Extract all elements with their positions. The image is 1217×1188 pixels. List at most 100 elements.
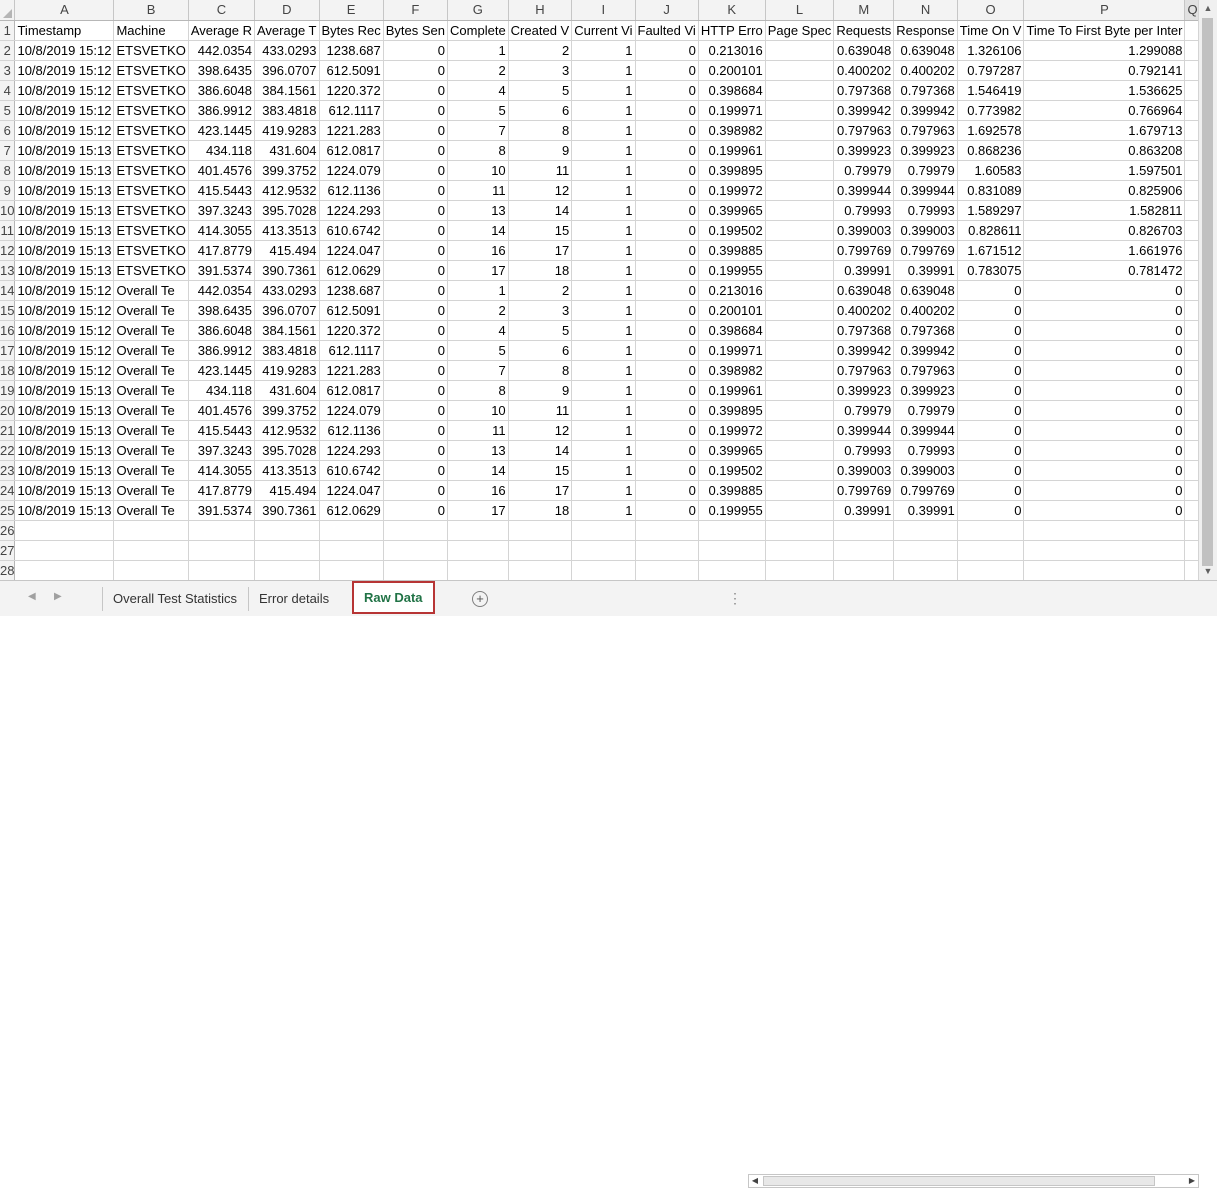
cell[interactable]: 0.797963 <box>893 120 958 141</box>
cell[interactable] <box>635 540 699 561</box>
column-header-q[interactable]: Q <box>1184 0 1198 21</box>
cell[interactable] <box>765 480 835 501</box>
cell[interactable]: 0.639048 <box>833 40 895 61</box>
cell[interactable] <box>765 80 835 101</box>
cell[interactable] <box>571 520 636 541</box>
cell[interactable] <box>698 560 766 580</box>
row-header[interactable]: 14 <box>0 280 16 301</box>
cell[interactable]: 386.9912 <box>188 100 256 121</box>
cell[interactable] <box>1184 380 1198 401</box>
cell[interactable] <box>765 260 835 281</box>
cell[interactable]: 386.9912 <box>188 340 256 361</box>
cell[interactable]: 0.797368 <box>833 320 895 341</box>
column-header-f[interactable]: F <box>383 0 449 21</box>
cell[interactable]: 0.797368 <box>893 320 958 341</box>
cell[interactable]: 0 <box>383 320 449 341</box>
cell[interactable]: 0 <box>1023 300 1186 321</box>
cell-header-n[interactable]: Response <box>893 20 958 41</box>
cell[interactable]: 1 <box>571 280 636 301</box>
row-header[interactable]: 5 <box>0 100 16 121</box>
cell[interactable]: 0 <box>635 260 699 281</box>
cell[interactable]: 0 <box>957 360 1025 381</box>
cell[interactable]: 10/8/2019 15:12 <box>14 300 115 321</box>
cell[interactable]: 1 <box>571 500 636 521</box>
column-header-n[interactable]: N <box>893 0 958 21</box>
cell[interactable]: 0.400202 <box>893 300 958 321</box>
column-header-i[interactable]: I <box>571 0 636 21</box>
cell[interactable]: 0 <box>635 100 699 121</box>
cell[interactable]: 0.639048 <box>893 280 958 301</box>
column-header-k[interactable]: K <box>698 0 766 21</box>
cell[interactable] <box>765 60 835 81</box>
cell[interactable]: 0.399942 <box>833 340 895 361</box>
cell[interactable] <box>113 520 189 541</box>
cell[interactable]: 0.797963 <box>833 120 895 141</box>
column-header-c[interactable]: C <box>188 0 256 21</box>
cell[interactable] <box>319 520 384 541</box>
cell[interactable]: 8 <box>508 120 573 141</box>
cell[interactable]: 399.3752 <box>254 160 320 181</box>
cell[interactable]: Overall Te <box>113 300 189 321</box>
cell[interactable]: 1238.687 <box>319 40 384 61</box>
cell[interactable] <box>14 520 115 541</box>
cell[interactable]: 383.4818 <box>254 340 320 361</box>
cell[interactable]: 0 <box>635 160 699 181</box>
cell[interactable]: 0 <box>957 280 1025 301</box>
cell[interactable]: 0 <box>1023 380 1186 401</box>
cell[interactable]: 391.5374 <box>188 260 256 281</box>
cell[interactable] <box>508 520 573 541</box>
row-header[interactable]: 9 <box>0 180 16 201</box>
cell[interactable]: 13 <box>447 440 509 461</box>
cell-header-c[interactable]: Average R <box>188 20 256 41</box>
cell[interactable]: 1.326106 <box>957 40 1025 61</box>
row-header[interactable]: 12 <box>0 240 16 261</box>
cell[interactable]: 0 <box>383 400 449 421</box>
cell[interactable]: 0 <box>383 100 449 121</box>
scroll-right-icon[interactable]: ▶ <box>1186 1175 1198 1187</box>
cell[interactable]: 0 <box>635 380 699 401</box>
cell[interactable]: 0 <box>1023 420 1186 441</box>
cell[interactable]: 0.399003 <box>833 460 895 481</box>
cell[interactable]: 384.1561 <box>254 320 320 341</box>
cell[interactable] <box>1184 320 1198 341</box>
cell[interactable] <box>1184 460 1198 481</box>
cell[interactable] <box>319 560 384 580</box>
cell[interactable] <box>1184 300 1198 321</box>
cell[interactable]: 0 <box>383 260 449 281</box>
cell[interactable]: 0.399885 <box>698 480 766 501</box>
cell[interactable]: 10/8/2019 15:12 <box>14 320 115 341</box>
cell[interactable] <box>765 320 835 341</box>
cell[interactable]: 0 <box>635 280 699 301</box>
cell[interactable]: 0.797368 <box>893 80 958 101</box>
cell[interactable]: 0.781472 <box>1023 260 1186 281</box>
cell[interactable]: 12 <box>508 420 573 441</box>
cell[interactable]: 431.604 <box>254 380 320 401</box>
cell[interactable]: 1.299088 <box>1023 40 1186 61</box>
column-header-o[interactable]: O <box>957 0 1025 21</box>
cell[interactable]: 419.9283 <box>254 120 320 141</box>
cell[interactable]: 10/8/2019 15:13 <box>14 140 115 161</box>
cell[interactable]: 6 <box>508 100 573 121</box>
vertical-scroll-thumb[interactable] <box>1202 18 1213 566</box>
cell[interactable]: 0.399944 <box>833 180 895 201</box>
cell[interactable]: 10 <box>447 400 509 421</box>
cell[interactable]: 397.3243 <box>188 440 256 461</box>
cell[interactable]: 0 <box>1023 440 1186 461</box>
cell[interactable]: 6 <box>508 340 573 361</box>
cell[interactable]: 1224.293 <box>319 440 384 461</box>
cell[interactable]: 0.398684 <box>698 320 766 341</box>
cell[interactable]: 1.597501 <box>1023 160 1186 181</box>
cell[interactable]: 14 <box>447 220 509 241</box>
cell[interactable]: 0 <box>383 120 449 141</box>
cell[interactable] <box>508 540 573 561</box>
cell[interactable]: 414.3055 <box>188 460 256 481</box>
cell[interactable]: 0.400202 <box>833 60 895 81</box>
cell[interactable] <box>1184 360 1198 381</box>
cell[interactable]: 1221.283 <box>319 360 384 381</box>
cell[interactable]: Overall Te <box>113 440 189 461</box>
cell[interactable]: 0.399942 <box>893 340 958 361</box>
cell[interactable]: 442.0354 <box>188 280 256 301</box>
cell[interactable]: 8 <box>447 380 509 401</box>
cell[interactable]: 0.79993 <box>833 440 895 461</box>
cell[interactable]: 1 <box>571 200 636 221</box>
